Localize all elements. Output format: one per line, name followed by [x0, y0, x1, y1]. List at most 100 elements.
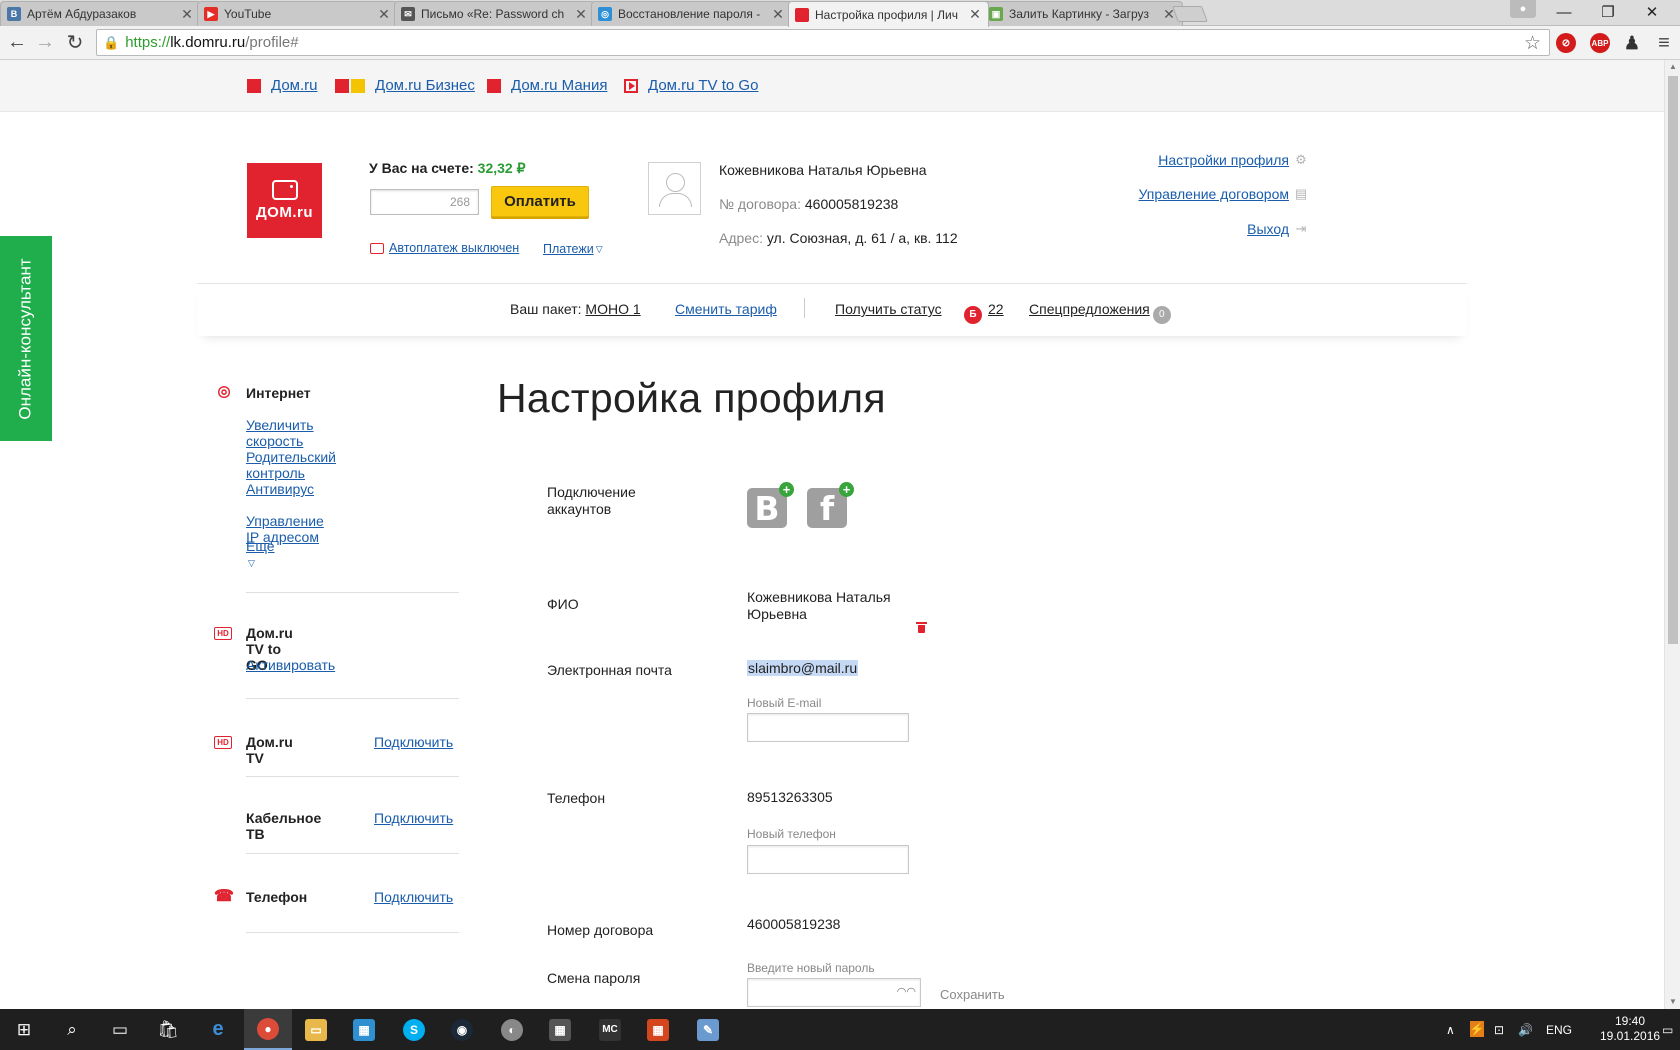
delete-email-icon[interactable]	[916, 621, 927, 634]
change-tariff-link[interactable]: Сменить тариф	[675, 301, 777, 317]
window-close-icon[interactable]: ✕	[1630, 0, 1674, 24]
sidebar-item-antivirus[interactable]: Антивирус	[246, 481, 314, 497]
brand-link-label[interactable]: Дом.ru TV to Go	[648, 77, 758, 94]
scrollbar-thumb[interactable]	[1668, 76, 1678, 644]
steam-icon[interactable]: ◉	[438, 1009, 486, 1050]
windows-start-icon[interactable]: ⊞	[0, 1009, 48, 1050]
get-status-label[interactable]: Получить статус	[835, 301, 942, 317]
address-bar[interactable]: 🔒 https://lk.domru.ru/profile# ☆	[96, 29, 1550, 56]
close-icon[interactable]: ✕	[574, 6, 588, 23]
connect-phone-link[interactable]: Подключить	[374, 889, 453, 905]
edge-icon[interactable]: e	[194, 1009, 242, 1050]
email-value[interactable]: slaimbro@mail.ru	[747, 660, 859, 677]
connect-domrutv-link[interactable]: Подключить	[374, 734, 453, 750]
skype-icon[interactable]: S	[390, 1009, 438, 1050]
sidebar-more-label[interactable]: Еще	[246, 538, 275, 554]
browser-menu-icon[interactable]: ≡	[1652, 31, 1676, 55]
brand-link-label[interactable]: Дом.ru Мания	[511, 77, 607, 94]
profile-settings-label[interactable]: Настройки профиля	[1158, 152, 1289, 168]
close-icon[interactable]: ✕	[180, 6, 194, 23]
change-tariff-label[interactable]: Сменить тариф	[675, 301, 777, 317]
connect-cabletv-link[interactable]: Подключить	[374, 810, 453, 826]
file-explorer-icon[interactable]: ▭	[292, 1009, 340, 1050]
extension-icon[interactable]: ⊘	[1556, 33, 1576, 53]
tab-mail[interactable]: ✉ Письмо «Re: Password ch ✕	[394, 1, 595, 26]
browser-profile-icon[interactable]: ●	[1510, 0, 1536, 18]
payments-link[interactable]: Платежи	[543, 242, 594, 256]
app-icon[interactable]: ▦	[340, 1009, 388, 1050]
sidebar-more[interactable]: Еще ▽	[246, 538, 275, 570]
sidebar-item-parental-control[interactable]: Родительский контроль	[246, 449, 336, 481]
payment-amount-input[interactable]: 268	[370, 189, 479, 215]
add-facebook-icon[interactable]: +	[839, 482, 854, 497]
payments-dropdown[interactable]: Платежи ▽	[543, 242, 603, 256]
notifications-icon[interactable]: ▭	[1662, 1009, 1673, 1050]
volume-icon[interactable]: 🔊	[1518, 1009, 1533, 1050]
pay-button[interactable]: Оплатить	[491, 186, 589, 217]
tab-recovery[interactable]: ◎ Восстановление пароля - ✕	[591, 1, 792, 26]
new-tab-button[interactable]	[1172, 6, 1208, 22]
avatar[interactable]	[648, 162, 701, 215]
new-phone-input[interactable]	[747, 845, 909, 874]
manage-contract-label[interactable]: Управление договором	[1138, 186, 1289, 202]
extension-person-icon[interactable]: ♟	[1620, 31, 1644, 55]
app-disc-icon[interactable]: ◐	[488, 1009, 536, 1050]
close-icon[interactable]: ✕	[377, 6, 391, 23]
sidebar-item-activate[interactable]: Активировать	[246, 657, 335, 673]
network-icon[interactable]: ⊡	[1494, 1009, 1504, 1050]
eye-icon[interactable]: ◠◠	[897, 985, 916, 998]
brand-link-label[interactable]: Дом.ru Бизнес	[375, 77, 475, 94]
scroll-down-icon[interactable]: ▼	[1665, 995, 1680, 1009]
minimize-icon[interactable]: —	[1542, 0, 1586, 24]
manage-contract-link[interactable]: Управление договором ▤	[1138, 186, 1308, 202]
language-indicator[interactable]: ENG	[1546, 1009, 1572, 1050]
brand-link-business[interactable]: Дом.ru Бизнес	[335, 77, 475, 94]
reload-icon[interactable]: ↻	[62, 29, 88, 55]
add-vk-icon[interactable]: +	[779, 482, 794, 497]
close-icon[interactable]: ✕	[771, 6, 785, 23]
new-email-input[interactable]	[747, 713, 909, 742]
close-icon[interactable]: ✕	[968, 6, 982, 23]
scroll-up-icon[interactable]: ▲	[1665, 60, 1680, 74]
mc-icon[interactable]: MC	[586, 1009, 634, 1050]
task-view-icon[interactable]: ▭	[96, 1009, 144, 1050]
online-consultant-tab[interactable]: Онлайн-консультант	[0, 236, 52, 441]
autopay-link[interactable]: Автоплатеж выключен	[389, 241, 519, 255]
brand-link-tvtogo[interactable]: Дом.ru TV to Go	[624, 77, 758, 94]
restore-icon[interactable]: ❐	[1586, 0, 1630, 24]
tab-vk[interactable]: В Артём Абдуразаков ✕	[0, 1, 201, 26]
bookmark-star-icon[interactable]: ☆	[1524, 32, 1541, 55]
get-status-link[interactable]: Получить статус	[835, 301, 942, 317]
chrome-icon[interactable]: ●	[244, 1009, 292, 1050]
forward-icon[interactable]: →	[32, 29, 58, 55]
brand-link-domru[interactable]: Дом.ru	[247, 77, 318, 94]
logout-label[interactable]: Выход	[1247, 221, 1289, 237]
calculator-icon[interactable]: ▦	[536, 1009, 584, 1050]
special-offers-link[interactable]: Спецпредложения 0	[1029, 301, 1171, 324]
tab-youtube[interactable]: ▶ YouTube ✕	[197, 1, 398, 26]
tray-app-icon[interactable]: ⚡	[1470, 1021, 1484, 1037]
brand-link-label[interactable]: Дом.ru	[271, 77, 318, 94]
profile-settings-link[interactable]: Настройки профиля ⚙	[1158, 152, 1308, 168]
bonus-points[interactable]: Б 22	[964, 301, 1004, 324]
tray-expand-icon[interactable]: ∧	[1446, 1009, 1455, 1050]
tab-profile-settings[interactable]: Настройка профиля | Лич ✕	[788, 1, 989, 27]
adblock-icon[interactable]: ABP	[1590, 33, 1610, 53]
rubiks-app-icon[interactable]: ▦	[634, 1009, 682, 1050]
special-offers-label[interactable]: Спецпредложения	[1029, 301, 1150, 317]
search-icon[interactable]: ⌕	[48, 1009, 96, 1050]
sidebar-item-increase-speed[interactable]: Увеличить скорость	[246, 417, 314, 449]
autopay-status[interactable]: Автоплатеж выключен	[370, 241, 519, 255]
save-password-button[interactable]: Сохранить	[940, 987, 1005, 1002]
bonus-value[interactable]: 22	[988, 301, 1004, 317]
store-icon[interactable]: 🛍	[144, 1009, 192, 1050]
logout-link[interactable]: Выход ⇥	[1247, 221, 1308, 237]
package-value[interactable]: МОНО 1	[585, 301, 640, 317]
new-password-input[interactable]: ◠◠	[747, 978, 921, 1007]
page-scrollbar[interactable]: ▲ ▼	[1664, 60, 1680, 1009]
brand-link-mania[interactable]: Дом.ru Мания	[487, 77, 607, 94]
tab-image-host[interactable]: ▣ Залить Картинку - Загруз ✕	[982, 1, 1183, 26]
back-icon[interactable]: ←	[4, 29, 30, 55]
domru-logo[interactable]: ДОМ.ru	[247, 163, 322, 238]
paint-icon[interactable]: ✎	[684, 1009, 732, 1050]
